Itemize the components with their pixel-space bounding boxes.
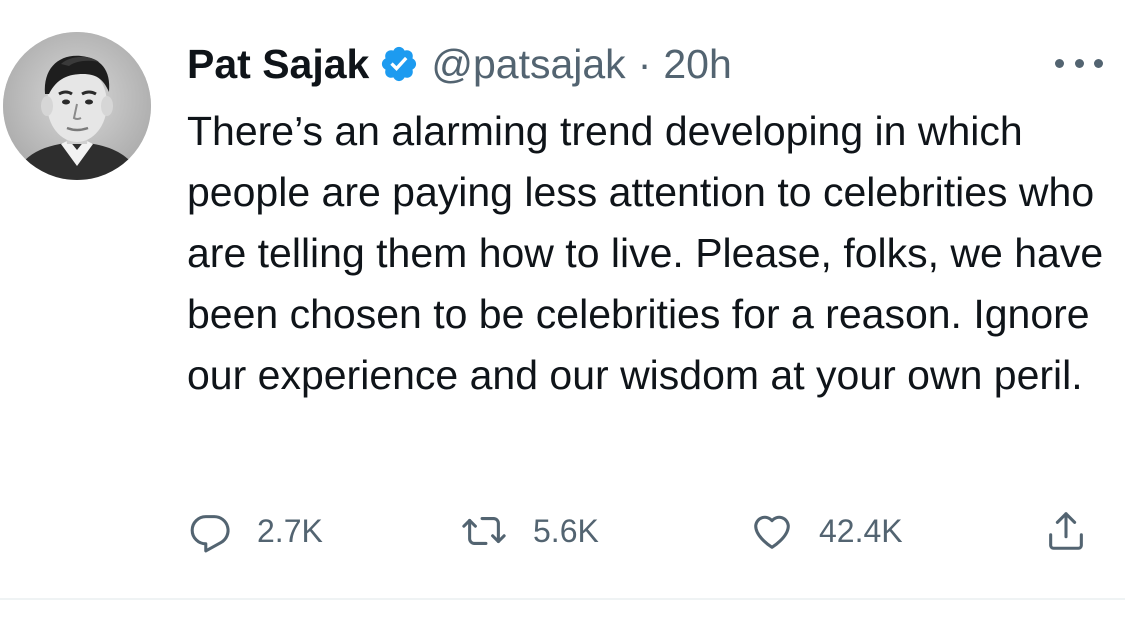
reply-button[interactable]: 2.7K <box>187 503 323 559</box>
more-dot <box>1055 58 1064 68</box>
retweet-button[interactable]: 5.6K <box>459 503 599 559</box>
retweet-icon <box>459 508 509 554</box>
more-dot <box>1094 58 1103 68</box>
like-count: 42.4K <box>819 512 903 549</box>
avatar-portrait <box>3 32 151 180</box>
author-name[interactable]: Pat Sajak <box>187 38 369 90</box>
tweet-header: Pat Sajak @patsajak · 20h <box>187 38 732 90</box>
heart-icon <box>749 508 795 554</box>
reply-count: 2.7K <box>257 512 323 549</box>
timestamp[interactable]: 20h <box>663 38 731 90</box>
tweet-actions: 2.7K 5.6K 42.4K <box>187 503 1107 559</box>
author-handle[interactable]: @patsajak <box>431 38 625 90</box>
verified-badge-icon <box>379 44 419 84</box>
share-icon <box>1043 506 1089 556</box>
tweet: Pat Sajak @patsajak · 20h There’s an ala… <box>0 0 1125 629</box>
separator-dot: · <box>637 41 652 87</box>
more-options-icon[interactable] <box>1055 52 1103 74</box>
like-button[interactable]: 42.4K <box>749 503 903 559</box>
reply-icon <box>187 508 233 554</box>
more-dot <box>1074 58 1084 68</box>
share-button[interactable] <box>1043 503 1089 559</box>
tweet-text: There’s an alarming trend developing in … <box>187 108 1104 398</box>
avatar[interactable] <box>3 32 151 180</box>
retweet-count: 5.6K <box>533 512 599 549</box>
divider <box>0 598 1125 600</box>
